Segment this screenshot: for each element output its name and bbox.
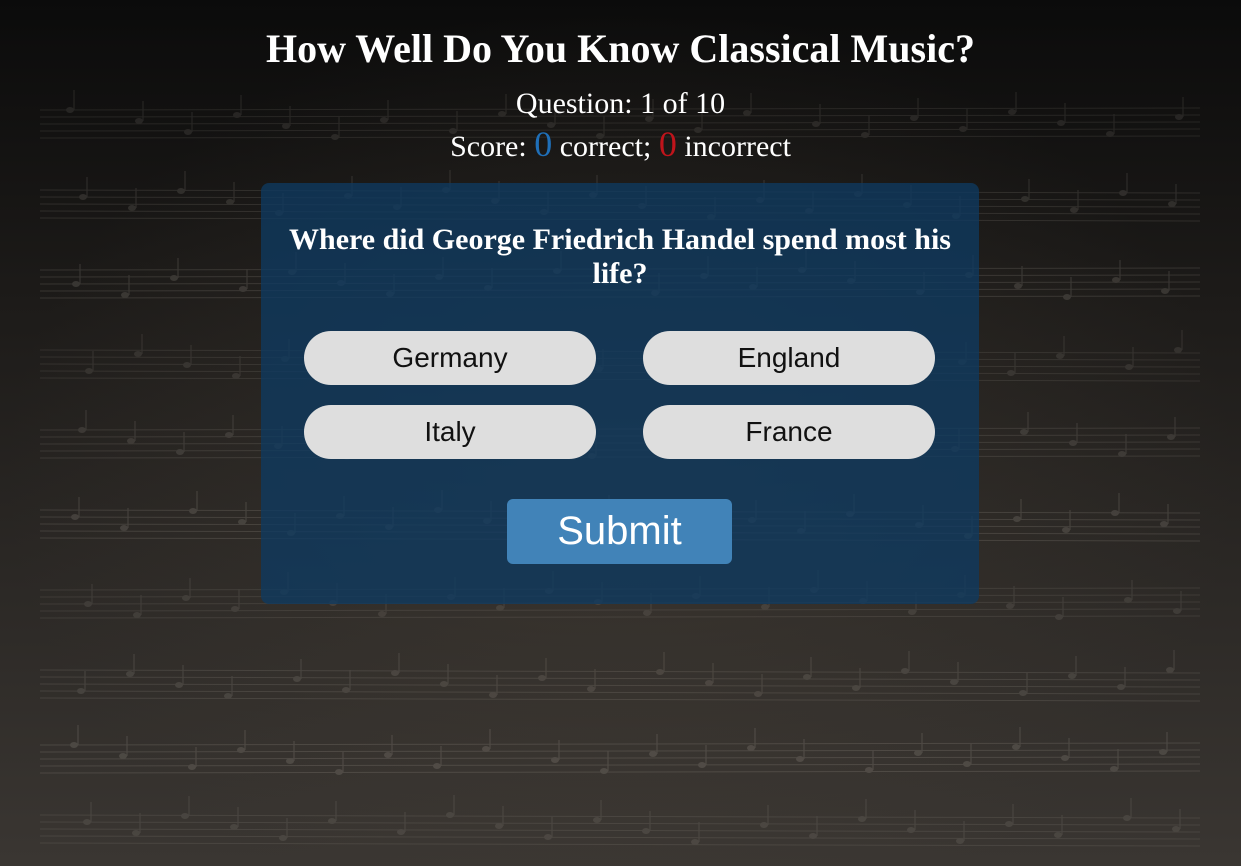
answer-option-italy[interactable]: Italy bbox=[304, 405, 596, 459]
question-prefix: Question: bbox=[515, 87, 641, 120]
incorrect-label: incorrect bbox=[676, 130, 791, 163]
question-total: 10 bbox=[695, 87, 726, 120]
answer-option-germany[interactable]: Germany bbox=[304, 331, 596, 385]
correct-count: 0 bbox=[534, 124, 553, 164]
submit-button[interactable]: Submit bbox=[507, 499, 732, 564]
score-line: Score: 0 correct; 0 incorrect bbox=[0, 124, 1241, 167]
score-prefix: Score: bbox=[450, 130, 535, 163]
incorrect-count: 0 bbox=[658, 124, 677, 164]
page-title: How Well Do You Know Classical Music? bbox=[266, 26, 975, 71]
correct-label: correct; bbox=[552, 130, 659, 163]
answer-option-france[interactable]: France bbox=[643, 405, 935, 459]
question-current: 1 bbox=[640, 87, 656, 120]
quiz-card: Where did George Friedrich Handel spend … bbox=[261, 183, 979, 604]
answer-option-england[interactable]: England bbox=[643, 331, 935, 385]
question-text: Where did George Friedrich Handel spend … bbox=[289, 223, 951, 290]
question-counter: Question: 1 of 10 bbox=[0, 86, 1241, 122]
question-of: of bbox=[655, 87, 696, 120]
